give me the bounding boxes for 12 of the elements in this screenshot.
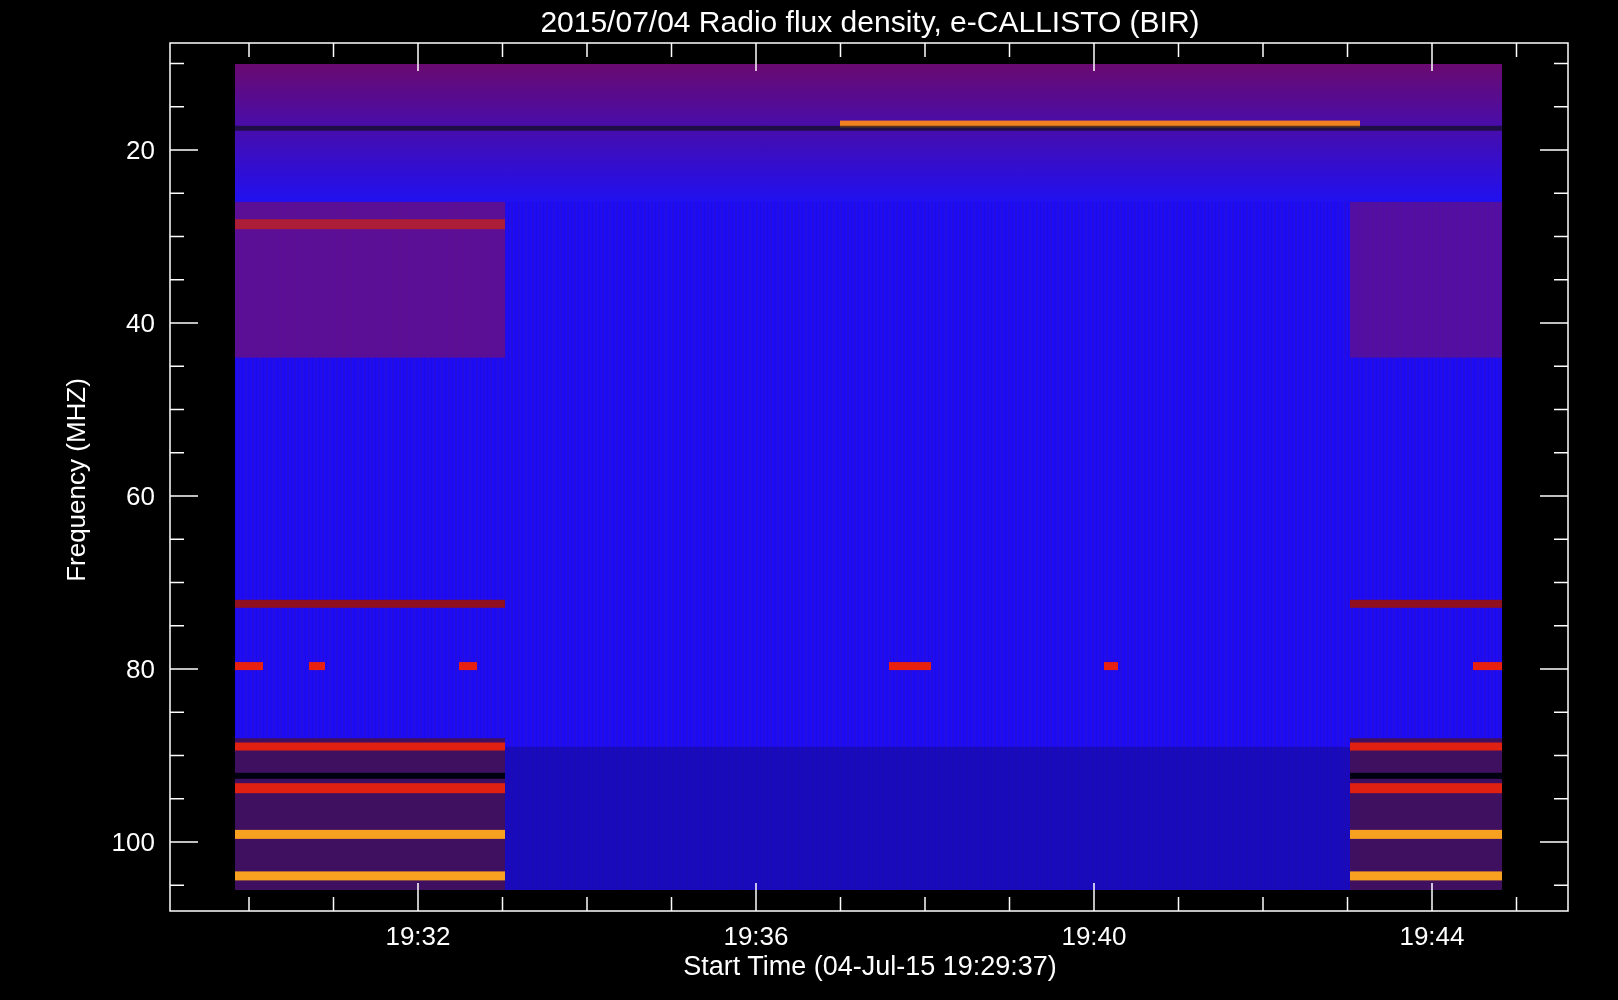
- chart-title: 2015/07/04 Radio flux density, e-CALLISTO (BIR): [540, 5, 1200, 38]
- x-tick-label: 19:36: [723, 921, 789, 951]
- y-tick-label: 20: [126, 135, 155, 165]
- y-tick-label: 40: [126, 308, 155, 338]
- x-tick-label: 19:32: [385, 921, 451, 951]
- x-tick-label: 19:44: [1399, 921, 1465, 951]
- x-tick-label: 19:40: [1061, 921, 1127, 951]
- x-axis-label: Start Time (04-Jul-15 19:29:37): [683, 951, 1057, 981]
- y-tick-label: 100: [111, 827, 155, 857]
- y-axis-label: Frequency (MHZ): [61, 378, 91, 582]
- y-tick-label: 60: [126, 481, 155, 511]
- y-tick-label: 80: [126, 654, 155, 684]
